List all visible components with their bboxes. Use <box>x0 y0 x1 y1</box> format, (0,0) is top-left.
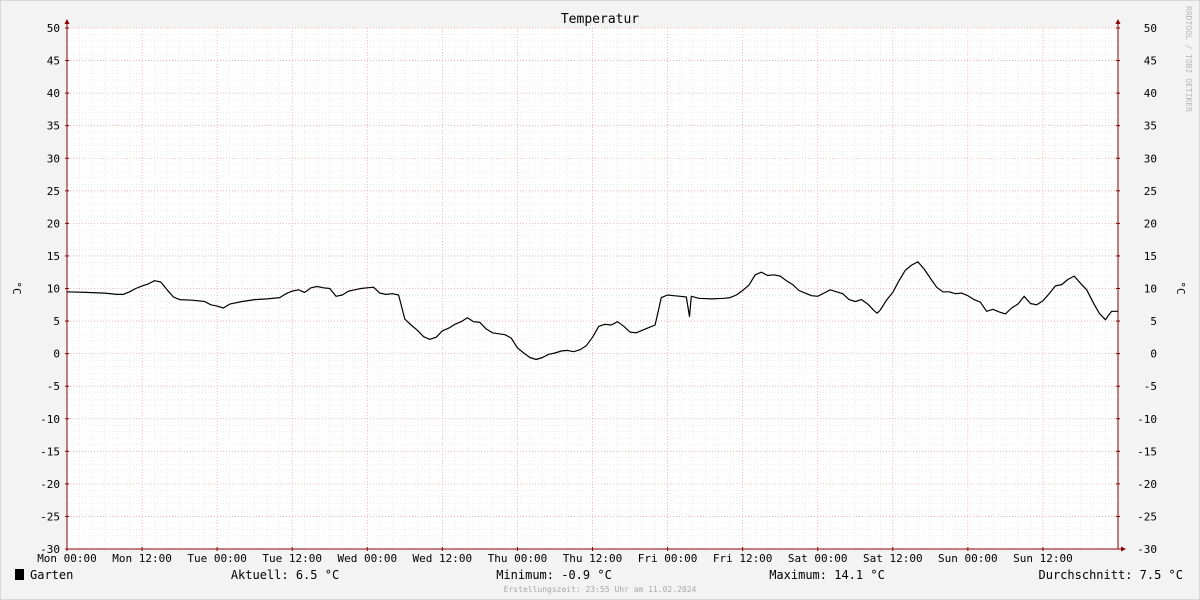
y-tick-label-left: 35 <box>47 120 60 133</box>
y-tick-label-left: -15 <box>40 445 60 458</box>
watermark: RRDTOOL / TOBI OETIKER <box>1184 6 1193 112</box>
y-tick-label-right: -25 <box>1137 510 1157 523</box>
y-tick-label-left: -10 <box>40 413 60 426</box>
chart-title: Temperatur <box>561 12 639 27</box>
y-tick-label-right: 15 <box>1144 250 1157 263</box>
y-tick-label-left: -5 <box>47 380 60 393</box>
temperature-chart: 50454035302520151050-5-10-15-20-25-30 50… <box>10 6 1193 594</box>
y-tick-label-left: 25 <box>47 185 60 198</box>
x-axis: Mon 00:00 Mon 12:00 Tue 00:00 Tue 12:00 Wed … <box>37 547 1073 565</box>
y-tick-label-right: 5 <box>1150 315 1157 328</box>
legend-current: Aktuell: 6.5 °C <box>231 568 339 582</box>
y-tick-label-left: 15 <box>47 250 60 263</box>
y-tick-label-left: 5 <box>53 315 60 328</box>
y-tick-label-right: 30 <box>1144 152 1157 165</box>
y-tick-label-right: -30 <box>1137 543 1157 556</box>
y-axis-arrow-right <box>1115 19 1121 24</box>
x-tick-label: Sat 00:00 <box>788 552 848 565</box>
x-tick-label: Fri 12:00 <box>713 552 773 565</box>
x-tick-label: Sat 12:00 <box>863 552 923 565</box>
y-tick-label-left: 50 <box>47 22 60 35</box>
x-tick-label: Tue 12:00 <box>262 552 322 565</box>
x-tick-label: Wed 12:00 <box>413 552 473 565</box>
x-tick-label: Tue 00:00 <box>187 552 247 565</box>
y-axis-left: 50454035302520151050-5-10-15-20-25-30 <box>40 22 69 556</box>
x-tick-label: Thu 00:00 <box>488 552 548 565</box>
y-tick-label-right: 20 <box>1144 217 1157 230</box>
x-tick-label: Mon 12:00 <box>112 552 172 565</box>
y-tick-label-left: 45 <box>47 55 60 68</box>
y-tick-label-right: -10 <box>1137 413 1157 426</box>
y-tick-label-left: -20 <box>40 478 60 491</box>
x-tick-label: Sun 12:00 <box>1013 552 1073 565</box>
legend-swatch-garten <box>15 569 24 580</box>
x-tick-label: Sun 00:00 <box>938 552 998 565</box>
y-tick-label-left: 30 <box>47 152 60 165</box>
x-tick-label: Fri 00:00 <box>638 552 698 565</box>
x-axis-arrow <box>1121 546 1126 552</box>
y-axis-label-left: °C <box>10 281 23 294</box>
y-tick-label-left: 10 <box>47 283 60 296</box>
x-tick-label: Thu 12:00 <box>563 552 623 565</box>
legend-maximum: Maximum: 14.1 °C <box>769 568 885 582</box>
legend-series-name: Garten <box>30 568 73 582</box>
x-tick-label: Mon 00:00 <box>37 552 97 565</box>
y-tick-label-left: 0 <box>53 348 60 361</box>
y-tick-label-right: 35 <box>1144 120 1157 133</box>
y-tick-label-right: -20 <box>1137 478 1157 491</box>
y-tick-label-right: -15 <box>1137 445 1157 458</box>
y-tick-label-right: 0 <box>1150 348 1157 361</box>
y-tick-label-right: 50 <box>1144 22 1157 35</box>
y-axis-label-right: °C <box>1174 281 1187 294</box>
y-tick-label-right: 25 <box>1144 185 1157 198</box>
legend-minimum: Minimum: -0.9 °C <box>496 568 612 582</box>
legend-average: Durchschnitt: 7.5 °C <box>1039 568 1184 582</box>
y-tick-label-right: 45 <box>1144 55 1157 68</box>
y-axis-right: 50454035302520151050-5-10-15-20-25-30 <box>1116 22 1157 556</box>
y-tick-label-right: -5 <box>1144 380 1157 393</box>
creation-time: Erstellungszeit: 23:55 Uhr am 11.02.2024 <box>504 585 697 594</box>
y-tick-label-right: 10 <box>1144 283 1157 296</box>
y-tick-label-right: 40 <box>1144 87 1157 100</box>
y-tick-label-left: -25 <box>40 510 60 523</box>
y-axis-arrow-left <box>64 19 70 24</box>
y-tick-label-left: 40 <box>47 87 60 100</box>
y-tick-label-left: 20 <box>47 217 60 230</box>
x-tick-label: Wed 00:00 <box>337 552 397 565</box>
